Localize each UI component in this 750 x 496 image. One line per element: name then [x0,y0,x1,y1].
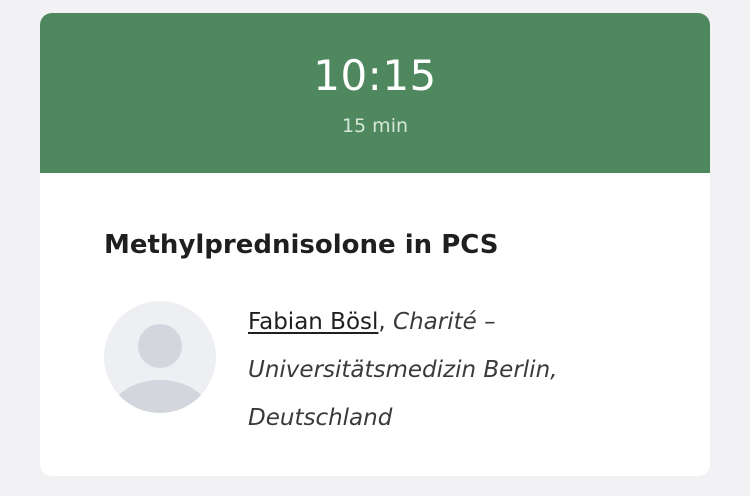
session-duration: 15 min [341,115,409,137]
speaker-info: Fabian Bösl, Charité – Universitätsmediz… [248,298,668,442]
avatar-shoulders [110,380,210,413]
session-card: 10:15 15 min Methylprednisolone in PCS F… [40,13,710,476]
session-time: 10:15 [313,51,437,100]
avatar-head [138,324,182,368]
person-placeholder-icon [104,301,216,413]
session-body: Methylprednisolone in PCS Fabian Bösl, C… [40,173,710,476]
talk-title: Methylprednisolone in PCS [104,230,499,260]
speaker-name-link[interactable]: Fabian Bösl [248,309,378,335]
session-header: 10:15 15 min [40,13,710,173]
speaker-separator: , [378,309,394,335]
